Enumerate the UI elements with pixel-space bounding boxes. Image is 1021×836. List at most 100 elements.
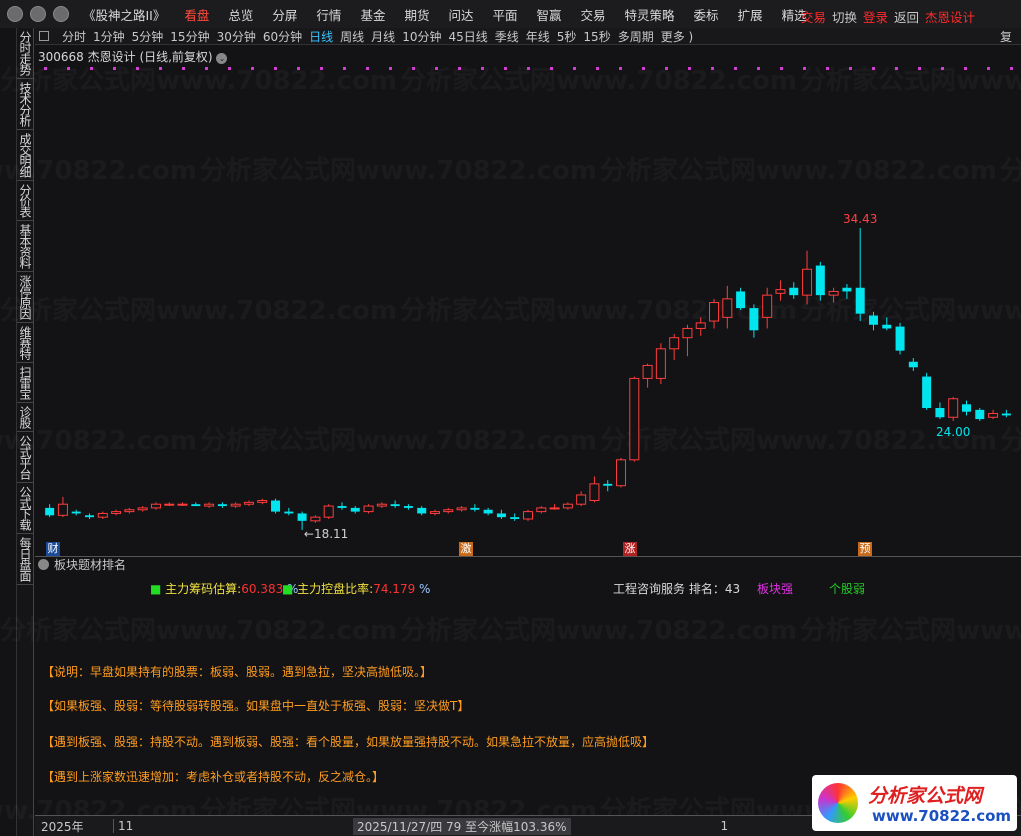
candle-body xyxy=(137,507,148,511)
sector-strength: 板块强 xyxy=(757,582,794,596)
candle-body xyxy=(204,503,215,507)
switch-button[interactable]: 切换 xyxy=(832,7,857,26)
sidebar-item[interactable]: 每日盘面 xyxy=(17,534,34,585)
close-window-button[interactable] xyxy=(7,6,23,22)
candle-body xyxy=(177,503,188,506)
candle-body xyxy=(323,505,334,518)
note-line: 【遇到上涨家数迅速增加：考虑补仓或者持股不动，反之减仓。】 xyxy=(42,770,385,784)
panel-toggle-icon[interactable] xyxy=(39,31,49,41)
marker-yu[interactable]: 预 xyxy=(858,542,872,556)
menu-item[interactable]: 扩展 xyxy=(738,5,763,24)
menu-item[interactable]: 平面 xyxy=(492,5,517,24)
watermark: 分析家公式网www.70822.com xyxy=(0,610,397,647)
candle-body xyxy=(57,503,68,516)
marker-cai[interactable]: 财 xyxy=(46,542,60,556)
candle-body xyxy=(922,376,932,409)
period-tab[interactable]: 更多 ) xyxy=(661,28,694,45)
candle-body xyxy=(682,327,693,339)
candle-body xyxy=(85,515,95,518)
candle-body xyxy=(589,483,600,502)
minimize-window-button[interactable] xyxy=(30,6,46,22)
sidebar-item[interactable]: 分价表 xyxy=(17,181,34,221)
period-tab[interactable]: 日线 xyxy=(309,28,333,45)
right-edge-label[interactable]: 复 xyxy=(1000,28,1012,45)
period-tab[interactable]: 60分钟 xyxy=(263,28,302,45)
period-tab[interactable]: 月线 xyxy=(371,28,395,45)
period-tab[interactable]: 周线 xyxy=(340,28,364,45)
menu-item[interactable]: 问达 xyxy=(448,5,473,24)
candle-body xyxy=(483,509,493,514)
candle-body xyxy=(868,315,878,325)
app-title: 《股神之路II》 xyxy=(83,7,166,23)
top-right-menu: 交易 切换 登录 返回 杰恩设计 xyxy=(801,7,975,26)
menu-item[interactable]: 智赢 xyxy=(537,5,562,24)
candle-body xyxy=(603,483,613,486)
sidebar-item[interactable]: 公式下载 xyxy=(17,483,34,534)
candle-body xyxy=(629,377,640,461)
period-tab[interactable]: 5分钟 xyxy=(132,28,164,45)
menu-item[interactable]: 交易 xyxy=(581,5,606,24)
sidebar-item[interactable]: 扫雷宝 xyxy=(17,363,34,403)
candle-body xyxy=(510,517,520,520)
collapse-icon[interactable] xyxy=(38,559,49,570)
period-tab[interactable]: 45日线 xyxy=(448,28,487,45)
login-button[interactable]: 登录 xyxy=(863,7,888,26)
candle-body xyxy=(456,507,467,511)
menu-item[interactable]: 特灵策略 xyxy=(625,5,675,24)
period-tab[interactable]: 季线 xyxy=(495,28,519,45)
candle-body xyxy=(855,287,865,314)
watermark: 分析家公式网www.70822.com xyxy=(400,610,797,647)
candle-body xyxy=(470,507,480,510)
candle-body xyxy=(802,268,813,296)
candle-body xyxy=(762,294,773,318)
candle-body xyxy=(975,409,985,420)
menu-item[interactable]: 总览 xyxy=(228,5,253,24)
page-label: 1 xyxy=(720,819,729,833)
candle-body xyxy=(97,512,108,518)
period-tab[interactable]: 15分钟 xyxy=(170,28,209,45)
menu-item[interactable]: 看盘 xyxy=(184,5,209,24)
year-label: 2025年 xyxy=(41,819,84,834)
period-tab[interactable]: 1分钟 xyxy=(93,28,125,45)
period-tab[interactable]: 多周期 xyxy=(618,28,654,45)
menu-item[interactable]: 基金 xyxy=(360,5,385,24)
candle-body xyxy=(124,509,135,513)
menu-item[interactable]: 行情 xyxy=(316,5,341,24)
period-tab[interactable]: 5秒 xyxy=(557,28,577,45)
main-menu: 《股神之路II》 看盘 总览 分屏 行情 基金 期货 问达 平面 智赢 交易 特… xyxy=(83,5,826,24)
candle-body xyxy=(842,287,852,292)
candle-body xyxy=(709,302,720,322)
period-tab[interactable]: 年线 xyxy=(526,28,550,45)
logo-flower-icon xyxy=(818,783,858,823)
trade-button[interactable]: 交易 xyxy=(801,7,826,26)
back-button[interactable]: 返回 xyxy=(894,7,919,26)
indicator-control-ratio: ■ 主力控盘比率:74.179 % xyxy=(282,582,431,596)
maximize-window-button[interactable] xyxy=(53,6,69,22)
menu-item[interactable]: 期货 xyxy=(404,5,429,24)
marker-ji[interactable]: 激 xyxy=(459,542,473,556)
marker-zhang[interactable]: 涨 xyxy=(623,542,637,556)
candlestick-chart[interactable]: 34.43 24.00 ←18.11 xyxy=(35,60,1021,555)
period-tab[interactable]: 分时 xyxy=(62,28,86,45)
candle-body xyxy=(722,298,733,318)
period-tab[interactable]: 15秒 xyxy=(583,28,610,45)
candle-body xyxy=(562,503,573,509)
candle-body xyxy=(230,503,241,507)
candle-body xyxy=(536,507,547,513)
watermark: 分析家公式网www.70822.com xyxy=(800,610,1021,647)
menu-item[interactable]: 分屏 xyxy=(272,5,297,24)
note-line: 【如果板强、股弱：等待股弱转股强。如果盘中一直处于板强、股弱：坚决做T】 xyxy=(42,699,470,713)
period-tab[interactable]: 10分钟 xyxy=(402,28,441,45)
title-bar: 《股神之路II》 看盘 总览 分屏 行情 基金 期货 问达 平面 智赢 交易 特… xyxy=(0,0,1021,28)
sidebar-item[interactable]: 维赛特 xyxy=(17,323,34,363)
period-tab[interactable]: 30分钟 xyxy=(217,28,256,45)
candle-body xyxy=(1001,413,1011,416)
candle-body xyxy=(243,501,254,505)
candle-body xyxy=(376,503,387,507)
sidebar-item[interactable]: 基本资料 xyxy=(17,221,34,272)
candle-body xyxy=(496,513,506,518)
menu-item[interactable]: 委标 xyxy=(694,5,719,24)
candle-body xyxy=(961,404,971,412)
candle-body xyxy=(695,322,706,329)
candle-body xyxy=(815,265,825,296)
